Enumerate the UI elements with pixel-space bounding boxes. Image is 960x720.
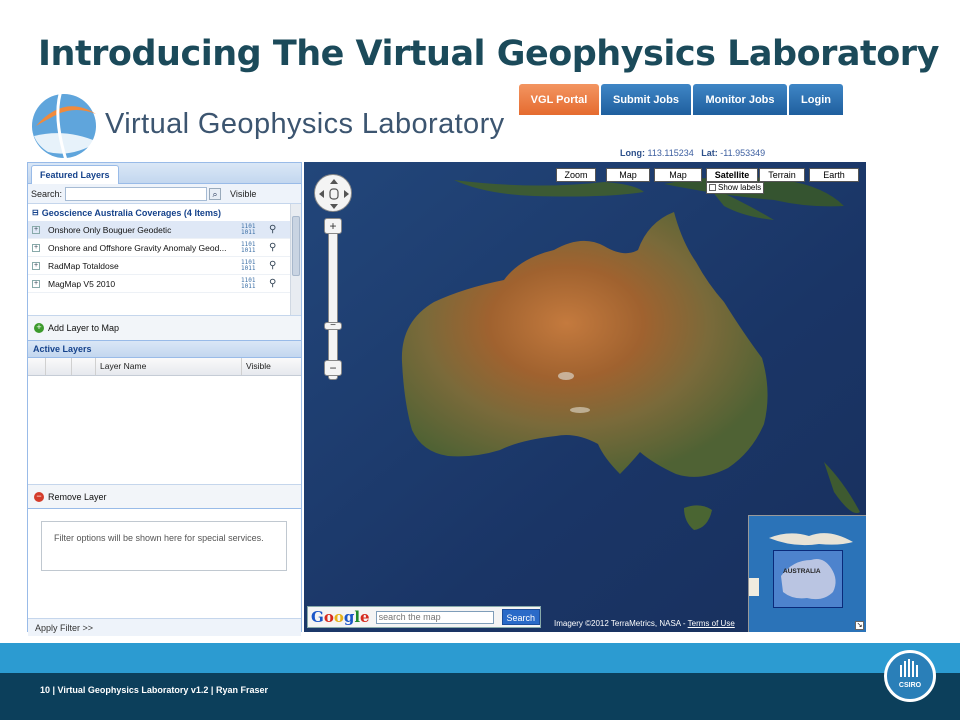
map-type-map[interactable]: Map (606, 168, 650, 182)
footer-bar (0, 673, 960, 720)
add-layer-button[interactable]: + Add Layer to Map (28, 316, 301, 340)
expand-icon[interactable]: + (32, 261, 40, 270)
layer-row[interactable]: + Onshore Only Bouguer Geodetic 1101 1011… (28, 221, 301, 239)
map-type-terrain[interactable]: Terrain (759, 168, 805, 182)
zoom-to-layer-icon[interactable]: ⚲ (269, 278, 276, 289)
scrollbar-thumb[interactable] (292, 216, 300, 276)
slide-title: Introducing The Virtual Geophysics Labor… (38, 34, 939, 74)
grid-col-visible[interactable]: Visible (242, 358, 301, 375)
hand-icon (319, 179, 349, 209)
map-view[interactable]: Zoom Map Map Satellite Terrain Earth Sho… (304, 162, 866, 632)
grid-col-icon (72, 358, 96, 375)
expand-icon[interactable]: + (32, 243, 40, 252)
grid-col-layer-name[interactable]: Layer Name (96, 358, 242, 375)
show-labels-label: Show labels (718, 183, 762, 192)
layer-tree: ⊟ Geoscience Australia Coverages (4 Item… (28, 204, 301, 316)
footer-text: 10 | Virtual Geophysics Laboratory v1.2 … (40, 685, 268, 695)
overview-map[interactable]: AUSTRALIA ↘ (748, 515, 866, 632)
csiro-logo: CSIRO (884, 650, 936, 702)
map-type-satellite[interactable]: Satellite (706, 168, 758, 182)
layer-name: Onshore Only Bouguer Geodetic (48, 224, 172, 235)
terms-of-use-link[interactable]: Terms of Use (688, 619, 735, 628)
footer-band (0, 643, 960, 673)
overview-label: AUSTRALIA (783, 568, 821, 575)
google-search-bar: Google Search (307, 606, 541, 628)
nav-submit-jobs[interactable]: Submit Jobs (601, 84, 691, 115)
layer-search-input[interactable] (65, 186, 208, 201)
layer-name: RadMap Totaldose (48, 260, 119, 271)
search-icon[interactable]: ⌕ (209, 187, 222, 200)
lat-value: -11.953349 (720, 148, 766, 158)
zoom-slider-handle[interactable]: − (324, 321, 342, 331)
map-type-earth[interactable]: Earth (809, 168, 859, 182)
layer-group-label: Geoscience Australia Coverages (4 Items) (41, 207, 221, 218)
filter-panel: Filter options will be shown here for sp… (28, 508, 301, 618)
add-icon: + (34, 323, 44, 333)
search-label: Search: (31, 188, 63, 199)
expand-icon[interactable]: + (32, 279, 40, 288)
add-layer-label: Add Layer to Map (48, 323, 120, 333)
nav-login[interactable]: Login (789, 84, 843, 115)
imagery-credit-text: Imagery ©2012 TerraMetrics, NASA - (554, 619, 688, 628)
layer-row[interactable]: + MagMap V5 2010 1101 1011 ⚲ (28, 275, 301, 293)
expand-icon[interactable]: + (32, 225, 40, 234)
vgl-logo-icon (32, 87, 98, 161)
nav-vgl-portal[interactable]: VGL Portal (519, 84, 599, 115)
zoom-to-layer-icon[interactable]: ⚲ (269, 260, 276, 271)
tab-featured-layers[interactable]: Featured Layers (31, 165, 119, 184)
checkbox-icon (709, 184, 716, 191)
imagery-credit: Imagery ©2012 TerraMetrics, NASA - Terms… (554, 619, 735, 628)
layer-row[interactable]: + RadMap Totaldose 1101 1011 ⚲ (28, 257, 301, 275)
google-logo: Google (311, 608, 370, 626)
layer-row[interactable]: + Onshore and Offshore Gravity Anomaly G… (28, 239, 301, 257)
wcs-service-icon: 1101 1011 (241, 240, 256, 254)
collapse-overview-icon[interactable]: ↘ (855, 621, 864, 630)
layer-list-scrollbar[interactable] (290, 204, 301, 315)
zoom-to-layer-icon[interactable]: ⚲ (269, 224, 276, 235)
app-logo-text: Virtual Geophysics Laboratory (105, 108, 505, 140)
csiro-logo-text: CSIRO (898, 682, 922, 689)
layer-search-row: Search: ⌕ Visible (28, 184, 301, 204)
map-type-zoom[interactable]: Zoom (556, 168, 596, 182)
pan-control[interactable] (314, 174, 352, 212)
featured-tabs: Featured Layers (28, 163, 301, 184)
layer-group[interactable]: ⊟ Geoscience Australia Coverages (4 Item… (28, 204, 301, 221)
lat-label: Lat: (701, 148, 718, 158)
wcs-service-icon: 1101 1011 (241, 222, 256, 236)
active-layers-grid (28, 376, 301, 484)
filter-placeholder: Filter options will be shown here for sp… (41, 521, 287, 571)
nav-monitor-jobs[interactable]: Monitor Jobs (693, 84, 787, 115)
show-labels-checkbox[interactable]: Show labels (706, 182, 764, 194)
active-layers-title: Active Layers (28, 340, 301, 358)
map-type-map-2[interactable]: Map (654, 168, 702, 182)
active-layers-grid-header: Layer Name Visible (28, 358, 301, 376)
remove-layer-button[interactable]: − Remove Layer (28, 484, 301, 508)
csiro-mark-icon (900, 659, 918, 677)
left-panel: Featured Layers Search: ⌕ Visible ⊟ Geos… (27, 162, 302, 636)
zoom-in-icon[interactable]: + (324, 218, 342, 234)
layer-name: Onshore and Offshore Gravity Anomaly Geo… (48, 242, 227, 253)
grid-col-expander (28, 358, 46, 375)
remove-icon: − (34, 491, 44, 502)
zoom-to-layer-icon[interactable]: ⚲ (269, 242, 276, 253)
overview-viewport[interactable] (773, 550, 843, 608)
layer-name: MagMap V5 2010 (48, 278, 116, 289)
coordinate-readout: Long: 113.115234 Lat: -11.953349 (620, 148, 765, 158)
map-search-button[interactable]: Search (501, 609, 540, 625)
collapse-icon[interactable]: ⊟ (32, 208, 39, 217)
wcs-service-icon: 1101 1011 (241, 276, 256, 290)
zoom-slider[interactable] (328, 218, 338, 380)
visible-column-header: Visible (230, 188, 257, 199)
grid-col-status (46, 358, 72, 375)
long-label: Long: (620, 148, 645, 158)
apply-filter-button[interactable]: Apply Filter >> (28, 618, 301, 636)
map-search-input[interactable] (375, 610, 494, 624)
wcs-service-icon: 1101 1011 (241, 258, 256, 272)
zoom-out-icon[interactable]: − (324, 360, 342, 376)
remove-layer-label: Remove Layer (48, 491, 107, 502)
long-value: 113.115234 (647, 148, 694, 158)
top-nav: VGL Portal Submit Jobs Monitor Jobs Logi… (519, 84, 843, 115)
